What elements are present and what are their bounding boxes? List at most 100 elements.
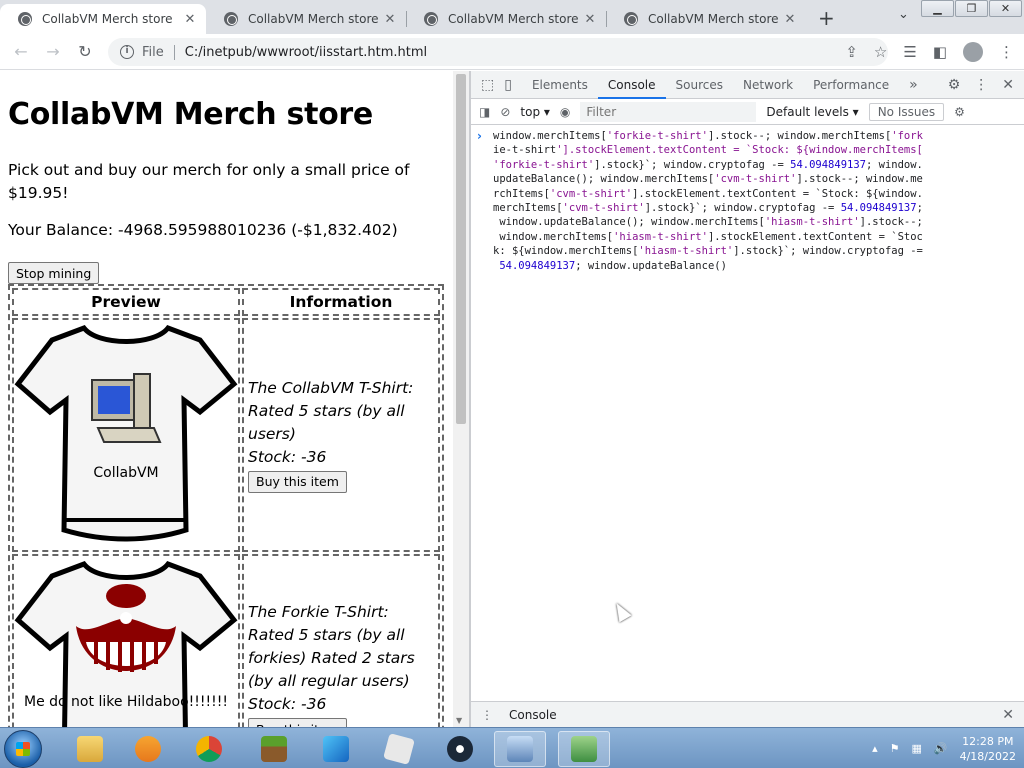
new-tab-button[interactable]: + <box>818 6 835 30</box>
console-input-line[interactable]: › window.merchItems['forkie-t-shirt'].st… <box>477 129 1024 273</box>
globe-icon <box>424 12 438 26</box>
scrollbar-thumb[interactable] <box>456 74 466 424</box>
windows-taskbar: ▴ ⚑ ▦ 🔊 12:28 PM 4/18/2022 <box>0 727 1024 768</box>
minimize-button[interactable]: ▁ <box>921 0 954 17</box>
settings-gear-icon[interactable]: ⚙ <box>948 77 961 93</box>
tab-search-icon[interactable]: ⌄ <box>898 7 909 22</box>
address-bar[interactable]: i File C:/inetpub/wwwroot/iisstart.htm.h… <box>108 38 888 66</box>
taskbar-minecraft[interactable] <box>248 731 300 767</box>
tab-network[interactable]: Network <box>733 71 803 99</box>
buy-item-button[interactable]: Buy this item <box>248 470 347 493</box>
device-toolbar-icon[interactable]: ▯ <box>504 77 512 93</box>
taskbar-media-player[interactable] <box>122 731 174 767</box>
console-output[interactable]: › window.merchItems['forkie-t-shirt'].st… <box>471 127 1024 701</box>
buy-item-button[interactable]: Buy this item <box>248 718 347 727</box>
browser-tab-4[interactable]: CollabVM Merch store ✕ <box>606 4 806 34</box>
info-cell: The CollabVM T-Shirt: Rated 5 stars (by … <box>242 318 440 552</box>
console-settings-icon[interactable]: ⚙ <box>954 105 965 119</box>
side-panel-icon[interactable]: ◧ <box>933 43 947 61</box>
product-rating: users) <box>248 424 296 443</box>
preview-header: Preview <box>12 288 240 316</box>
folder-icon <box>77 736 103 762</box>
restore-button[interactable]: ❐ <box>955 0 988 17</box>
info-icon[interactable]: i <box>120 45 134 59</box>
close-icon[interactable]: ✕ <box>782 12 798 27</box>
issues-button[interactable]: No Issues <box>868 102 945 121</box>
drawer-tab-console[interactable]: Console <box>509 708 557 722</box>
close-icon[interactable]: ✕ <box>582 12 598 27</box>
taskbar-task-app[interactable] <box>494 731 546 767</box>
console-sidebar-icon[interactable]: ◨ <box>479 105 490 119</box>
reload-icon[interactable]: ↻ <box>74 41 96 63</box>
live-expression-eye-icon[interactable]: ◉ <box>560 105 570 119</box>
taskbar-blue-app[interactable] <box>310 731 362 767</box>
minecraft-icon <box>261 736 287 762</box>
tab-elements[interactable]: Elements <box>522 71 598 99</box>
close-icon[interactable]: ✕ <box>382 12 398 27</box>
close-devtools-icon[interactable]: ✕ <box>1002 77 1014 93</box>
product-name: The Forkie T-Shirt: <box>248 603 389 622</box>
console-input-code[interactable]: window.merchItems['forkie-t-shirt'].stoc… <box>493 129 923 273</box>
log-levels-select[interactable]: Default levels ▾ <box>766 105 858 119</box>
tab-title: CollabVM Merch store <box>448 12 579 26</box>
network-icon[interactable]: ▦ <box>911 742 921 755</box>
taskbar-chrome[interactable] <box>183 731 235 767</box>
forward-arrow-icon[interactable]: → <box>42 41 64 63</box>
preview-cell: Me do not like Hildaboo!!!!!!! <box>12 554 240 727</box>
intro-text: Pick out and buy our merch for only a sm… <box>8 161 410 202</box>
taskbar-roblox[interactable] <box>373 731 425 767</box>
bookmark-star-icon[interactable]: ☆ <box>874 43 887 61</box>
back-arrow-icon[interactable]: ← <box>10 41 32 63</box>
devtools-menu-icon[interactable]: ⋮ <box>974 77 988 93</box>
context-select[interactable]: top ▾ <box>520 105 550 119</box>
tab-title: CollabVM Merch store <box>42 12 173 26</box>
console-prompt-icon: › <box>477 129 482 143</box>
browser-tab-2[interactable]: CollabVM Merch store ✕ <box>206 4 406 34</box>
profile-avatar[interactable] <box>963 42 983 62</box>
stop-mining-button[interactable]: Stop mining <box>8 262 100 284</box>
clear-console-icon[interactable]: ⊘ <box>500 105 510 119</box>
tab-sources[interactable]: Sources <box>666 71 733 99</box>
volume-icon[interactable]: 🔊 <box>934 742 948 755</box>
web-page: CollabVM Merch store Pick out and buy ou… <box>0 71 453 727</box>
product-stock: Stock: -36 <box>248 447 327 466</box>
console-toolbar: ◨ ⊘ top ▾ ◉ Default levels ▾ No Issues ⚙ <box>471 99 1024 125</box>
drawer-menu-icon[interactable]: ⋮ <box>481 708 493 722</box>
tab-console[interactable]: Console <box>597 71 666 99</box>
menu-kebab-icon[interactable]: ⋮ <box>999 43 1014 61</box>
console-filter-input[interactable] <box>580 101 757 122</box>
system-tray: ▴ ⚑ ▦ 🔊 12:28 PM 4/18/2022 <box>872 728 1016 768</box>
tab-performance[interactable]: Performance <box>803 71 899 99</box>
steam-icon <box>447 736 473 762</box>
table-row: Me do not like Hildaboo!!!!!!! The Forki… <box>12 554 440 727</box>
taskbar-steam[interactable] <box>434 731 486 767</box>
more-tabs-icon[interactable]: » <box>909 77 918 93</box>
product-stock: Stock: -36 <box>248 695 327 714</box>
clock-time: 12:28 PM <box>962 734 1014 748</box>
show-hidden-icons-icon[interactable]: ▴ <box>872 742 878 755</box>
blue-app-icon <box>323 736 349 762</box>
page-scrollbar[interactable]: ▼ <box>453 71 469 727</box>
close-window-button[interactable]: ✕ <box>989 0 1022 17</box>
url-text[interactable]: C:/inetpub/wwwroot/iisstart.htm.html <box>185 45 427 60</box>
close-drawer-icon[interactable]: ✕ <box>1002 707 1014 723</box>
browser-tab-1[interactable]: CollabVM Merch store ✕ <box>0 4 206 34</box>
file-scheme-label: File <box>142 44 175 60</box>
levels-value: Default levels <box>766 104 849 119</box>
product-rating: (by all regular users) <box>248 672 410 691</box>
media-player-icon <box>135 736 161 762</box>
reading-list-icon[interactable]: ☰ <box>903 43 916 61</box>
scroll-down-arrow-icon[interactable]: ▼ <box>456 716 462 725</box>
share-icon[interactable]: ⇪ <box>845 43 858 61</box>
taskbar-file-explorer[interactable] <box>64 731 116 767</box>
start-button[interactable] <box>4 730 42 768</box>
inspect-element-icon[interactable]: ⬚ <box>481 77 494 93</box>
close-icon[interactable]: ✕ <box>182 12 198 27</box>
taskbar-control-panel[interactable] <box>558 731 610 767</box>
action-center-flag-icon[interactable]: ⚑ <box>890 742 900 755</box>
taskbar-clock[interactable]: 12:28 PM 4/18/2022 <box>960 734 1016 764</box>
balance-text: Your Balance: -4968.595988010236 (-$1,83… <box>8 221 398 239</box>
product-rating: Rated 5 stars (by all <box>248 626 405 645</box>
browser-tab-3[interactable]: CollabVM Merch store ✕ <box>406 4 606 34</box>
tab-title: CollabVM Merch store <box>248 12 379 26</box>
